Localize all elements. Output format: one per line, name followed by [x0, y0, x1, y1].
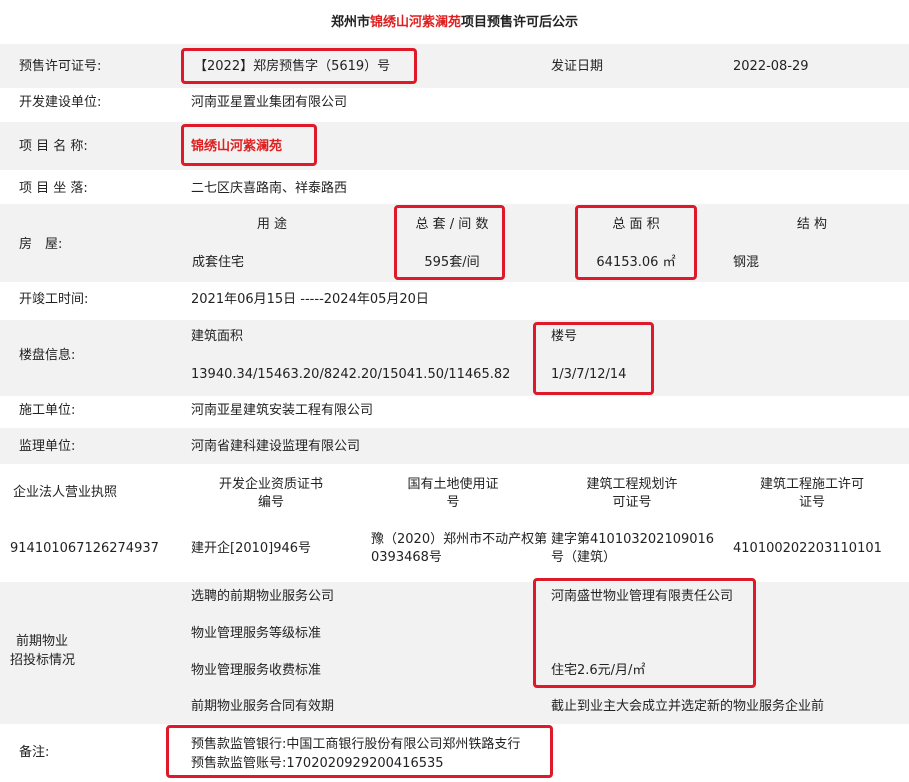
highlight-box [533, 322, 654, 395]
construction-time-value: 2021年06月15日 -----2024年05月20日 [191, 292, 429, 307]
license-value-3: 豫（2020）郑州市不动产权第0393468号 [371, 532, 548, 565]
pm-validity-value: 截止到业主大会成立并选定新的物业服务企业前 [551, 699, 825, 714]
supervisor-value: 河南省建科建设监理有限公司 [191, 439, 361, 454]
location-value: 二七区庆喜路南、祥泰路西 [191, 181, 348, 196]
pm-company-label: 选聘的前期物业服务公司 [191, 589, 335, 604]
developer-label: 开发建设单位: [19, 95, 102, 110]
use-value: 成套住宅 [192, 255, 245, 270]
issue-date-value: 2022-08-29 [733, 59, 809, 74]
license-value-2: 建开企[2010]946号 [191, 541, 312, 556]
location-label: 项 目 坐 落: [19, 181, 88, 196]
pm-grade-label: 物业管理服务等级标准 [191, 626, 322, 641]
license-header-5: 建筑工程施工许可证号 [760, 477, 865, 510]
license-header-2: 开发企业资质证书编号 [218, 477, 323, 510]
remarks-label: 备注: [19, 745, 50, 760]
highlight-box [575, 205, 697, 280]
pm-fee-label: 物业管理服务收费标准 [191, 663, 322, 678]
structure-header: 结 构 [796, 217, 828, 232]
highlight-box [181, 48, 417, 84]
license-value-1: 914101067126274937 [10, 541, 159, 556]
building-info-label: 楼盘信息: [19, 348, 76, 363]
page-title: 郑州市锦绣山河紫澜苑项目预售许可后公示 [330, 15, 579, 30]
row-band [0, 428, 909, 464]
structure-value: 钢混 [733, 255, 760, 270]
housing-label: 房 屋: [19, 237, 63, 252]
building-area-label: 建筑面积 [191, 329, 244, 344]
property-mgmt-label-2: 招投标情况 [10, 653, 76, 668]
row-band [0, 320, 909, 396]
use-header: 用 途 [256, 217, 288, 232]
highlight-box [181, 124, 317, 166]
contractor-label: 施工单位: [19, 403, 76, 418]
developer-value: 河南亚星置业集团有限公司 [191, 95, 348, 110]
construction-time-label: 开竣工时间: [19, 292, 89, 307]
license-header-3: 国有土地使用证号 [407, 477, 499, 510]
highlight-box [533, 578, 756, 688]
row-band [0, 122, 909, 170]
property-mgmt-label-1: 前期物业 [16, 634, 69, 649]
pm-validity-label: 前期物业服务合同有效期 [191, 699, 335, 714]
license-header-4: 建筑工程规划许可证号 [586, 477, 678, 510]
issue-date-label: 发证日期 [551, 59, 604, 74]
highlight-box [166, 725, 553, 778]
project-name-label: 项 目 名 称: [19, 139, 88, 154]
highlight-box [394, 205, 505, 280]
permit-label: 预售许可证号: [19, 59, 102, 74]
license-value-4: 建字第410103202109016号（建筑） [551, 532, 715, 565]
building-area-value: 13940.34/15463.20/8242.20/15041.50/11465… [191, 367, 511, 382]
license-header-1: 企业法人营业执照 [13, 485, 118, 500]
license-value-5: 410100202203110101 [733, 541, 882, 556]
contractor-value: 河南亚星建筑安装工程有限公司 [191, 403, 374, 418]
supervisor-label: 监理单位: [19, 439, 76, 454]
